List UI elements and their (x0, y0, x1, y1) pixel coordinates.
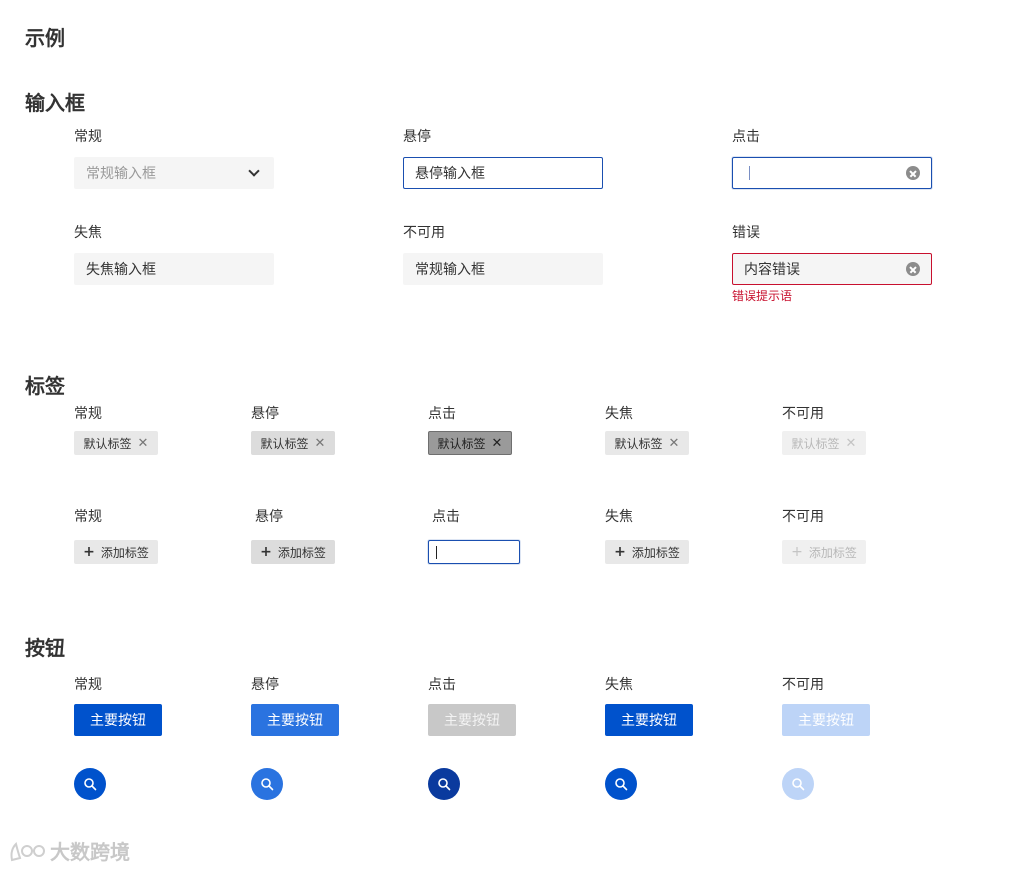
watermark-logo-icon (10, 841, 45, 861)
plus-icon: + (260, 544, 272, 560)
input-label-error: 错误 (732, 225, 760, 241)
button-label-active: 点击 (428, 677, 456, 693)
input-label-focus: 点击 (732, 129, 760, 145)
input-label-disabled: 不可用 (403, 225, 445, 241)
search-icon (261, 778, 274, 791)
default-tag[interactable]: 默认标签 ✕ (74, 431, 158, 455)
add-tag-button[interactable]: + 添加标签 (74, 540, 158, 564)
tag-section-title: 标签 (25, 374, 65, 398)
chevron-down-icon[interactable] (248, 165, 260, 177)
text-cursor (436, 545, 437, 559)
input-label-normal: 常规 (74, 129, 102, 145)
tag-label-disabled: 不可用 (782, 406, 824, 422)
watermark: 大数跨境 (8, 836, 130, 865)
primary-button-hover[interactable]: 主要按钮 (251, 704, 339, 736)
add-tag-text: 添加标签 (808, 545, 857, 560)
tag-text-input[interactable] (428, 540, 520, 564)
button-section-title: 按钮 (25, 636, 65, 660)
search-icon (615, 778, 628, 791)
input-label-blur: 失焦 (74, 225, 102, 241)
add-tag-label-normal: 常规 (74, 509, 102, 525)
hover-tag[interactable]: 默认标签 ✕ (251, 431, 335, 455)
add-tag-button-hover[interactable]: + 添加标签 (251, 540, 335, 564)
search-button-disabled (782, 768, 814, 800)
input-value: 内容错误 (744, 262, 800, 278)
search-button[interactable] (74, 768, 106, 800)
search-icon (438, 778, 451, 791)
normal-select-input[interactable]: 常规输入框 (74, 157, 274, 189)
clear-icon[interactable] (906, 262, 920, 276)
add-tag-label-blur: 失焦 (605, 509, 633, 525)
tag-text: 默认标签 (791, 436, 840, 451)
search-icon (792, 778, 805, 791)
input-section-title: 输入框 (25, 91, 85, 115)
tag-label-hover: 悬停 (251, 406, 279, 422)
input-value: 悬停输入框 (415, 166, 485, 182)
add-tag-text: 添加标签 (100, 545, 149, 560)
search-button-active[interactable] (428, 768, 460, 800)
hover-input[interactable]: 悬停输入框 (403, 157, 603, 189)
close-icon[interactable]: ✕ (138, 437, 149, 450)
primary-button-disabled: 主要按钮 (782, 704, 870, 736)
blurred-tag[interactable]: 默认标签 ✕ (605, 431, 689, 455)
disabled-tag: 默认标签 ✕ (782, 431, 866, 455)
text-cursor (749, 166, 750, 180)
input-value: 常规输入框 (415, 262, 485, 278)
add-tag-text: 添加标签 (631, 545, 680, 560)
button-label-blur: 失焦 (605, 677, 633, 693)
plus-icon: + (614, 544, 626, 560)
add-tag-button-disabled: + 添加标签 (782, 540, 866, 564)
watermark-text: 大数跨境 (50, 840, 130, 864)
clear-icon[interactable] (906, 166, 920, 180)
primary-button[interactable]: 主要按钮 (74, 704, 162, 736)
add-tag-text: 添加标签 (277, 545, 326, 560)
button-label-normal: 常规 (74, 677, 102, 693)
close-icon[interactable]: ✕ (669, 437, 680, 450)
add-tag-label-active: 点击 (432, 509, 460, 525)
plus-icon: + (791, 544, 803, 560)
disabled-input: 常规输入框 (403, 253, 603, 285)
close-icon[interactable]: ✕ (492, 437, 503, 450)
tag-label-normal: 常规 (74, 406, 102, 422)
active-tag[interactable]: 默认标签 ✕ (428, 431, 512, 455)
search-button-hover[interactable] (251, 768, 283, 800)
close-icon: ✕ (845, 435, 857, 451)
tag-text: 默认标签 (437, 436, 486, 451)
tag-text: 默认标签 (83, 436, 132, 451)
button-label-hover: 悬停 (251, 677, 279, 693)
page-title: 示例 (25, 26, 65, 50)
error-hint: 错误提示语 (732, 289, 793, 303)
close-icon[interactable]: ✕ (315, 437, 326, 450)
tag-label-blur: 失焦 (605, 406, 633, 422)
search-icon (84, 778, 97, 791)
error-input[interactable]: 内容错误 (732, 253, 932, 285)
add-tag-label-disabled: 不可用 (782, 509, 824, 525)
primary-button-active[interactable]: 主要按钮 (428, 704, 516, 736)
focused-input[interactable] (732, 157, 932, 189)
tag-text: 默认标签 (614, 436, 663, 451)
button-label-disabled: 不可用 (782, 677, 824, 693)
search-button-blurred[interactable] (605, 768, 637, 800)
input-label-hover: 悬停 (403, 129, 431, 145)
tag-text: 默认标签 (260, 436, 309, 451)
primary-button-blurred[interactable]: 主要按钮 (605, 704, 693, 736)
input-value: 失焦输入框 (86, 262, 156, 278)
add-tag-label-hover: 悬停 (255, 509, 283, 525)
input-placeholder: 常规输入框 (86, 166, 156, 182)
add-tag-button-blurred[interactable]: + 添加标签 (605, 540, 689, 564)
plus-icon: + (83, 544, 95, 560)
tag-label-active: 点击 (428, 406, 456, 422)
blurred-input[interactable]: 失焦输入框 (74, 253, 274, 285)
